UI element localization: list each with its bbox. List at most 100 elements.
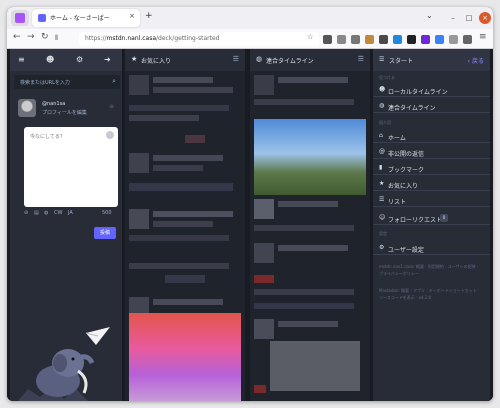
extension-icon[interactable]	[407, 35, 416, 44]
bookmark-star-icon[interactable]: ☆	[307, 33, 313, 41]
status-text	[153, 87, 233, 93]
nav-favourites[interactable]: ★ お気に入り	[373, 177, 490, 191]
gear-icon: ⚙	[379, 244, 385, 251]
compose-textarea[interactable]: 今なにしてる？	[24, 127, 118, 207]
close-window-button[interactable]: ×	[479, 12, 491, 24]
edit-profile-link[interactable]: プロフィールを編集	[42, 109, 87, 116]
active-tab[interactable]: ホーム - なーさーばー ×	[32, 9, 140, 27]
star-icon: ★	[131, 55, 138, 63]
status-media[interactable]	[254, 385, 266, 393]
poll-icon[interactable]: ▤	[34, 210, 39, 216]
status-media-image[interactable]	[129, 313, 241, 401]
extension-icon[interactable]	[421, 35, 430, 44]
column-settings-icon[interactable]: ☰	[233, 55, 239, 63]
nav-home[interactable]: ⌂ ホーム	[373, 129, 490, 143]
status-avatar[interactable]	[254, 75, 274, 95]
forward-arrow-icon[interactable]: →	[27, 32, 35, 42]
status-text	[254, 225, 354, 231]
nav-local-timeline[interactable]: ☻ ローカルタイムライン	[373, 83, 490, 97]
status-text	[153, 155, 223, 161]
status-avatar[interactable]	[254, 319, 274, 339]
pinned-tab[interactable]	[11, 10, 29, 26]
nav-label: お気に入り	[388, 183, 419, 190]
column-settings-icon[interactable]: ☰	[358, 55, 364, 63]
menu-icon[interactable]: ≡	[18, 55, 25, 64]
mastodon-mascot	[18, 327, 110, 401]
status-text	[153, 77, 213, 83]
status-text	[254, 289, 354, 295]
status-media-image[interactable]	[254, 119, 366, 195]
federated-column-header[interactable]: ◍ 連合タイムライン ☰	[250, 49, 370, 71]
menu-icon[interactable]: ≡	[479, 32, 487, 42]
emoji-icon[interactable]	[106, 131, 114, 139]
favourites-column-header[interactable]: ★ お気に入り ☰	[125, 49, 245, 71]
extension-icon[interactable]	[463, 35, 472, 44]
status-avatar[interactable]	[254, 243, 274, 263]
extension-icon[interactable]	[323, 35, 332, 44]
logout-icon[interactable]: ➜	[104, 55, 111, 64]
maximize-button[interactable]: □	[463, 12, 475, 24]
nav-preferences[interactable]: ⚙ ユーザー設定	[373, 241, 490, 255]
extension-icon[interactable]	[337, 35, 346, 44]
mastodon-footer-links[interactable]: Mastodon: 概要 · アプリ · キーボードショートカット · ソースコ…	[379, 287, 483, 301]
account-name[interactable]: @nan1sa	[42, 101, 65, 107]
status-media-image[interactable]	[270, 341, 360, 391]
status-avatar[interactable]	[129, 75, 149, 95]
mastodon-favicon-icon	[38, 14, 46, 22]
tab-list-chevron-icon[interactable]: ⌄	[426, 11, 433, 20]
tab-close-icon[interactable]: ×	[129, 12, 135, 20]
favourites-title: お気に入り	[141, 58, 172, 65]
back-arrow-icon[interactable]: ←	[13, 32, 21, 42]
new-tab-button[interactable]: +	[145, 11, 153, 21]
language-button[interactable]: JA	[68, 210, 73, 216]
url-text: https://mstdn.nanl.casa/deck/getting-sta…	[85, 35, 220, 42]
nav-bookmarks[interactable]: ▮ ブックマーク	[373, 161, 490, 175]
cw-button[interactable]: CW	[54, 210, 62, 216]
status-avatar[interactable]	[254, 199, 274, 219]
nav-label: ホーム	[388, 135, 406, 142]
bookmark-icon: ▮	[379, 164, 383, 171]
avatar[interactable]	[18, 99, 36, 117]
tab-bar: ホーム - なーさーばー × + ⌄ – □ ×	[7, 7, 493, 29]
back-button[interactable]: ‹ 戻る	[468, 56, 484, 65]
list-icon: ☰	[379, 56, 385, 63]
server-footer-links[interactable]: mstdn.nan1.casa: 概要 · 利用規約 · ユーザーの招待 · プ…	[379, 263, 483, 277]
status-text	[254, 99, 354, 105]
getting-started-panel: ☰ スタート ‹ 戻る 見つける ☻ ローカルタイムライン ◍ 連合タイムライン…	[373, 49, 490, 401]
extension-icon[interactable]	[449, 35, 458, 44]
account-menu-icon[interactable]: ≡	[109, 103, 114, 110]
search-input[interactable]: 検索またはURLを入力 ⌕	[14, 75, 120, 89]
status-text	[153, 211, 233, 217]
at-icon: @	[379, 148, 385, 155]
nav-direct-messages[interactable]: @ 非公開の返信	[373, 145, 490, 159]
extension-icon[interactable]	[379, 35, 388, 44]
extension-icon[interactable]	[351, 35, 360, 44]
post-button[interactable]: 投稿	[94, 227, 116, 239]
extension-icon[interactable]	[365, 35, 374, 44]
reload-icon[interactable]: ↻	[41, 32, 49, 42]
status-media[interactable]	[254, 275, 274, 283]
globe-icon[interactable]: ◍	[44, 210, 48, 216]
section-personal: 個人用	[379, 120, 391, 125]
status-media[interactable]	[185, 135, 205, 143]
status-text	[129, 183, 233, 191]
library-icon[interactable]: ⫴	[55, 34, 58, 43]
nav-federated-timeline[interactable]: ◍ 連合タイムライン	[373, 99, 490, 113]
follow-request-count: 0	[440, 214, 448, 222]
extension-icon[interactable]	[393, 35, 402, 44]
search-icon: ⌕	[112, 77, 116, 85]
url-bar[interactable]: https://mstdn.nanl.casa/deck/getting-sta…	[79, 32, 319, 46]
user-plus-icon: ☺	[379, 214, 386, 221]
nav-follow-requests[interactable]: ☺ フォローリクエスト 0	[373, 211, 490, 225]
paperclip-icon[interactable]: ⊘	[24, 210, 28, 216]
nav-lists[interactable]: ☰ リスト	[373, 193, 490, 207]
status-avatar[interactable]	[129, 153, 149, 173]
users-icon[interactable]: ☻	[46, 55, 54, 64]
extension-icon[interactable]	[435, 35, 444, 44]
compose-options: ⊘ ▤ ◍ CW JA 500	[24, 209, 118, 219]
status-avatar[interactable]	[129, 209, 149, 229]
mastodon-app: ≡ ☻ ⚙ ➜ 検索またはURLを入力 ⌕ @nan1sa プロフィールを編集 …	[7, 49, 493, 401]
gear-icon[interactable]: ⚙	[76, 55, 83, 64]
minimize-button[interactable]: –	[447, 12, 459, 24]
nav-label: フォローリクエスト	[388, 217, 443, 224]
